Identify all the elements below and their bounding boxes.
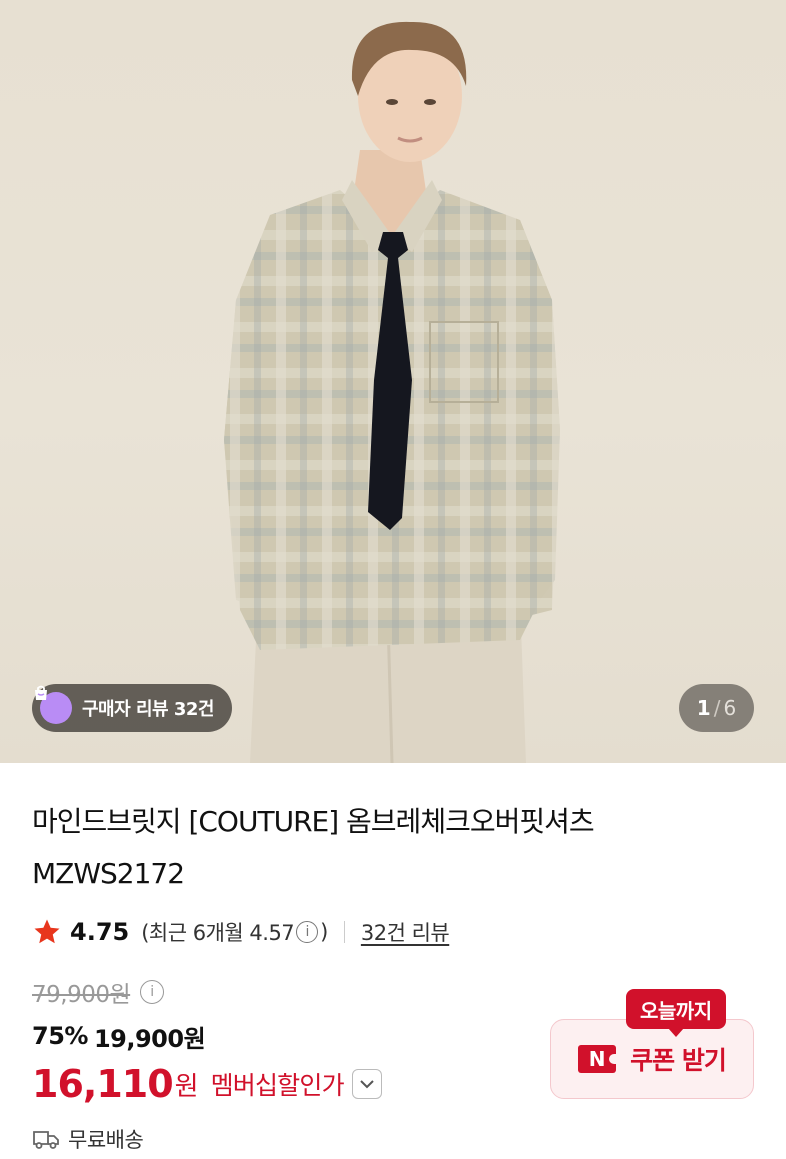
shopping-bag-icon <box>35 685 72 724</box>
recent-rating: (최근 6개월 4.57 i ) <box>141 917 328 947</box>
info-icon[interactable]: i <box>296 921 319 943</box>
recent-rating-text: (최근 6개월 4.57 <box>141 921 295 945</box>
original-price: 79,900원 <box>32 982 131 1008</box>
product-title-line2: MZWS2172 <box>32 857 185 890</box>
member-price-label: 멤버십할인가 <box>210 1071 345 1100</box>
image-counter-current: 1 <box>696 696 711 720</box>
shipping-label: 무료배송 <box>68 1128 144 1152</box>
chevron-down-icon[interactable] <box>351 1069 382 1099</box>
today-only-badge: 오늘까지 <box>626 989 726 1037</box>
reviews-link[interactable]: 32건 리뷰 <box>361 917 450 947</box>
sale-price-row: 75% 19,900원 <box>32 1018 206 1054</box>
original-price-row: 79,900원 i <box>32 974 166 1010</box>
discount-percent: 75% <box>32 1022 88 1050</box>
product-title: 마인드브릿지 [COUTURE] 옴브레체크오버핏셔츠 MZWS2172 <box>32 796 732 900</box>
buyer-review-badge[interactable]: 구매자 리뷰 32건 <box>32 684 232 732</box>
rating-score: 4.75 <box>70 918 130 946</box>
price-info-icon[interactable]: i <box>140 980 165 1004</box>
member-price-row: 16,110 원 멤버십할인가 <box>32 1058 382 1110</box>
coupon-button[interactable]: N 쿠폰 받기 <box>550 1019 754 1099</box>
model-photo <box>224 21 560 763</box>
image-counter-total: 6 <box>723 696 737 720</box>
truck-icon <box>33 1131 59 1149</box>
sale-price: 19,900원 <box>93 1024 206 1053</box>
rating-row: 4.75 (최근 6개월 4.57 i ) 32건 리뷰 <box>32 912 450 952</box>
product-title-line1: 마인드브릿지 [COUTURE] 옴브레체크오버핏셔츠 <box>32 805 595 838</box>
n-coupon-icon: N <box>578 1045 618 1073</box>
star-icon <box>34 919 60 944</box>
member-price: 16,110 <box>32 1062 174 1106</box>
shipping-row: 무료배송 <box>32 1124 144 1154</box>
image-counter: 1 / 6 <box>679 684 754 732</box>
product-image[interactable]: 구매자 리뷰 32건 1 / 6 <box>0 0 786 763</box>
rating-divider <box>343 921 345 943</box>
recent-rating-close: ) <box>320 920 328 944</box>
member-price-currency: 원 <box>174 1071 199 1102</box>
image-counter-separator: / <box>713 696 721 720</box>
coupon-button-label: 쿠폰 받기 <box>630 1046 727 1075</box>
review-badge-label: 구매자 리뷰 32건 <box>82 699 214 720</box>
